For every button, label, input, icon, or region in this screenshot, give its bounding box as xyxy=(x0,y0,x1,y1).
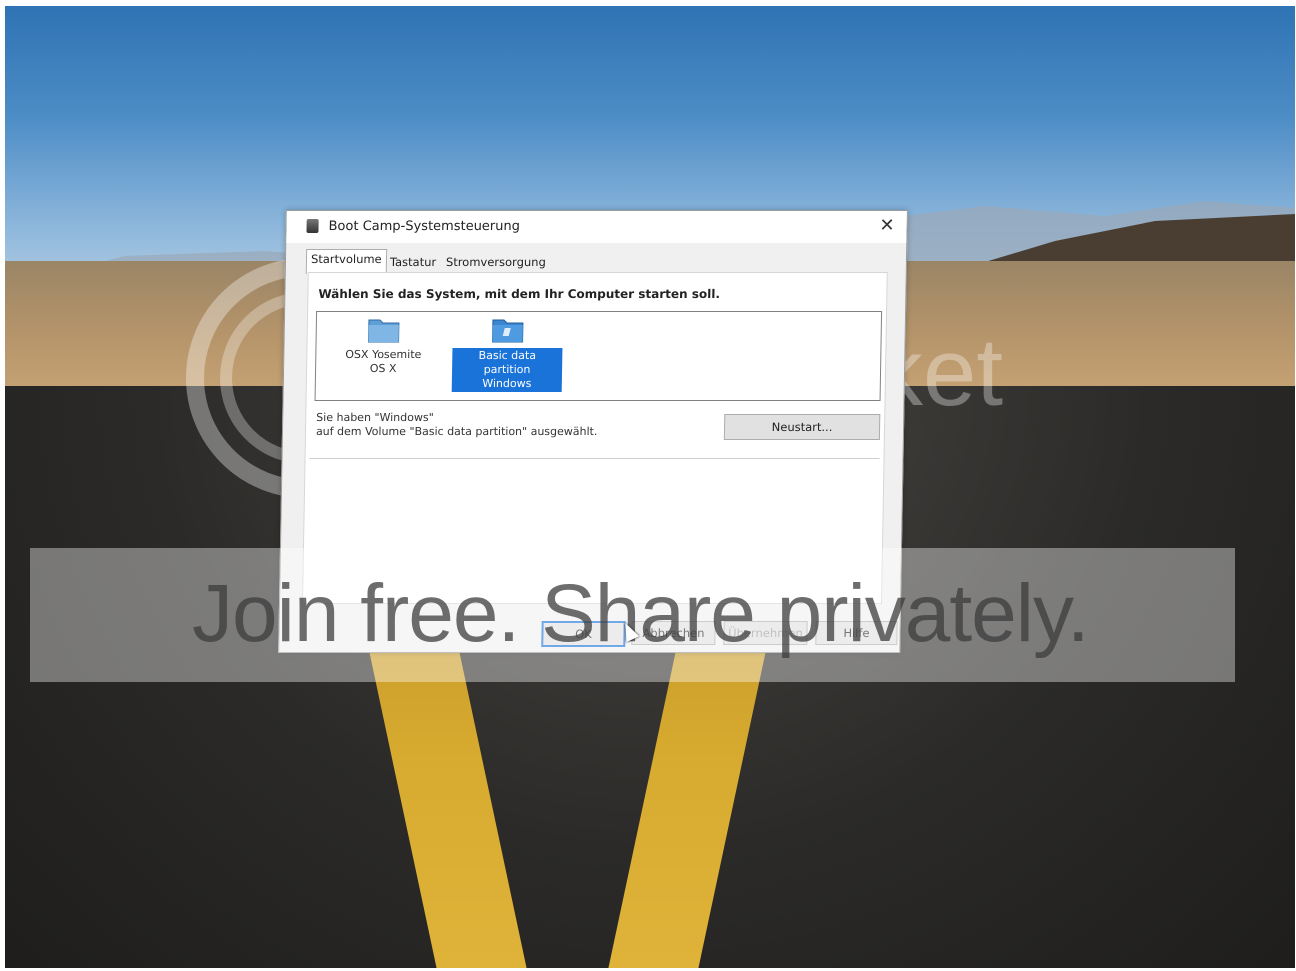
volume-list: OSX Yosemite OS X Basic data partition W… xyxy=(314,311,883,401)
tab-tastatur[interactable]: Tastatur xyxy=(386,253,441,271)
title-bar: Boot Camp-Systemsteuerung ✕ xyxy=(286,211,907,243)
volume-label: OSX Yosemite OS X xyxy=(345,348,422,375)
selection-info-line2: auf dem Volume "Basic data partition" au… xyxy=(315,425,598,438)
watermark-slogan: Join free. Share privately. xyxy=(192,568,1090,659)
close-icon[interactable]: ✕ xyxy=(879,215,894,236)
window-title: Boot Camp-Systemsteuerung xyxy=(328,219,521,234)
restart-button[interactable]: Neustart... xyxy=(723,414,881,440)
divider xyxy=(309,458,880,459)
folder-icon xyxy=(492,319,524,343)
tab-startvolume[interactable]: Startvolume xyxy=(305,249,387,274)
volume-label: Basic data partition Windows xyxy=(451,348,563,392)
panel-heading: Wählen Sie das System, mit dem Ihr Compu… xyxy=(318,287,721,301)
folder-icon xyxy=(368,319,400,343)
bootcamp-app-icon xyxy=(306,219,319,233)
volume-osx-yosemite[interactable]: OSX Yosemite OS X xyxy=(328,314,439,376)
volume-windows[interactable]: Basic data partition Windows xyxy=(451,314,563,392)
tab-stromversorgung[interactable]: Stromversorgung xyxy=(442,253,550,271)
selection-info-line1: Sie haben "Windows" xyxy=(316,411,434,424)
